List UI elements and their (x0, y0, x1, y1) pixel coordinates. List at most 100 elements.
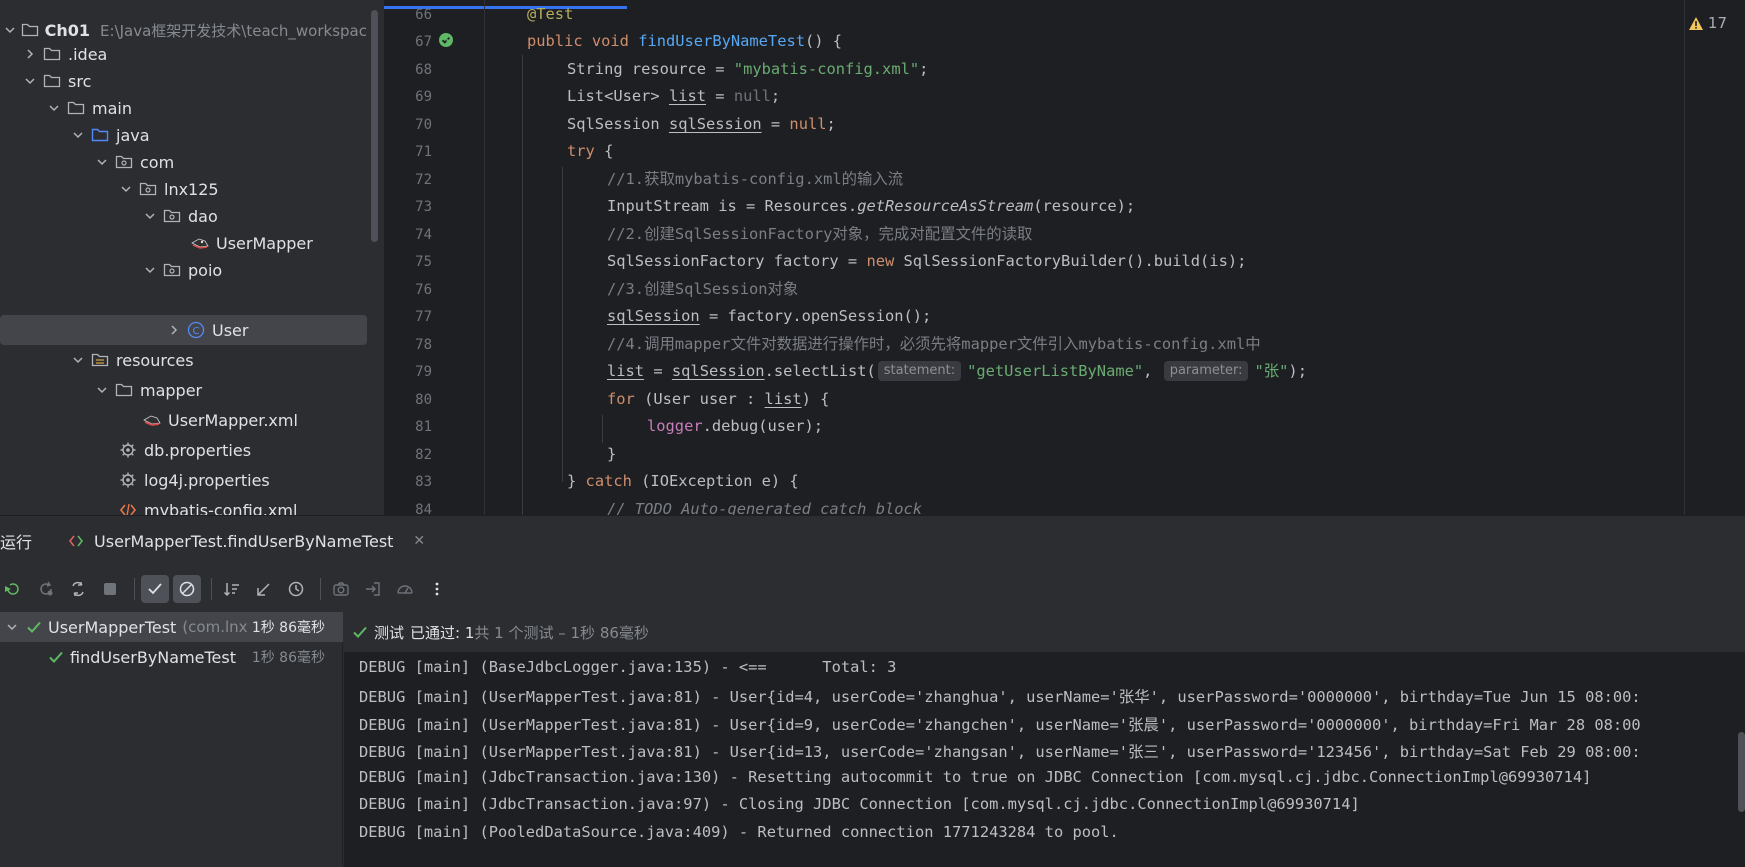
tree-item-db-properties[interactable]: db.properties (0, 435, 367, 465)
test-package: (com.lnx (182, 618, 248, 636)
import-results-button[interactable] (359, 575, 387, 603)
tree-item-idea[interactable]: .idea (0, 39, 367, 69)
tree-item-label: poio (188, 260, 223, 280)
tree-item-log4j-properties[interactable]: log4j.properties (0, 465, 367, 495)
chevron-right-icon[interactable] (22, 46, 38, 62)
chevron-down-icon[interactable] (142, 208, 158, 224)
tree-item-lnx125[interactable]: lnx125 (0, 174, 367, 204)
test-row-finduserbynametest[interactable]: findUserByNameTest 1秒 86毫秒 (0, 642, 343, 672)
tree-item-label: mapper (140, 380, 203, 400)
keyword: null (789, 115, 827, 133)
tree-item-mapper[interactable]: mapper (0, 375, 367, 405)
tree-scrollbar[interactable] (371, 10, 378, 242)
tree-item-poio[interactable]: poio (0, 255, 367, 285)
check-icon (26, 619, 42, 635)
coverage-button[interactable] (391, 575, 419, 603)
run-panel-title: 运行 (0, 533, 33, 552)
chevron-down-icon[interactable] (118, 181, 134, 197)
code-line-84: // TODO Auto-generated catch block (607, 496, 922, 515)
code-text: InputStream is = Resources. (607, 197, 858, 215)
rerun-failed-button[interactable] (32, 575, 60, 603)
chevron-down-icon[interactable] (2, 621, 22, 633)
test-row-usermappertest[interactable]: UserMapperTest (com.lnx 1秒 86毫秒 (0, 612, 343, 642)
code-area[interactable]: @Test public void findUserByNameTest() {… (384, 0, 1674, 515)
code-text: ); (1288, 362, 1307, 380)
code-text: List<User> (567, 87, 669, 105)
test-history-button[interactable] (282, 575, 310, 603)
code-text: ; (919, 60, 929, 78)
log-line: DEBUG [main] (UserMapperTest.java:81) - … (359, 716, 1641, 734)
code-text: .debug(user); (702, 417, 824, 435)
toolbar-separator (211, 578, 212, 600)
code-text: = (706, 87, 734, 105)
tree-item-mybatis-config[interactable]: mybatis-config.xml (0, 495, 367, 515)
code-text: String resource = (567, 60, 734, 78)
console-output[interactable]: 测试 已通过: 1 共 1 个测试 – 1秒 86毫秒 DEBUG [main]… (344, 612, 1745, 867)
tree-item-com[interactable]: com (0, 147, 367, 177)
tree-item-java[interactable]: java (0, 120, 367, 150)
log-line: DEBUG [main] (UserMapperTest.java:81) - … (359, 688, 1641, 706)
sort-alphabetically-button[interactable] (218, 575, 246, 603)
chevron-down-icon[interactable] (94, 382, 110, 398)
xml-icon (118, 501, 138, 515)
comment: //2.创建SqlSessionFactory对象，完成对配置文件的读取 (607, 225, 1033, 243)
code-text: () { (805, 32, 843, 50)
stop-button[interactable] (96, 575, 124, 603)
tree-item-usermapper[interactable]: UserMapper (0, 228, 367, 258)
code-line-74: //2.创建SqlSessionFactory对象，完成对配置文件的读取 (607, 221, 1032, 248)
console-scrollbar[interactable] (1738, 732, 1745, 812)
show-passed-toggle[interactable] (141, 575, 169, 603)
folder-icon (66, 99, 86, 117)
tree-item-usermapper-xml[interactable]: UserMapper.xml (0, 405, 367, 435)
chevron-down-icon[interactable] (4, 22, 17, 38)
chevron-down-icon[interactable] (46, 100, 62, 116)
tree-item-label: Ch01 (44, 20, 91, 40)
svg-text:C: C (193, 326, 200, 337)
tree-item-resources[interactable]: resources (0, 345, 367, 375)
code-text: ) { (801, 390, 830, 408)
tree-item-main[interactable]: main (0, 93, 367, 123)
close-icon[interactable]: ✕ (413, 533, 425, 549)
comment: //1.获取mybatis-config.xml的输入流 (607, 170, 904, 188)
log-line: DEBUG [main] (UserMapperTest.java:81) - … (359, 743, 1641, 761)
tree-item-dao[interactable]: dao (0, 201, 367, 231)
tree-item-src[interactable]: src (0, 66, 367, 96)
log-line: DEBUG [main] (JdbcTransaction.java:130) … (359, 768, 1592, 786)
tree-item-label: dao (188, 206, 218, 226)
check-icon (353, 626, 367, 638)
tree-item-user[interactable]: C User (0, 315, 367, 345)
tree-item-label: src (68, 71, 92, 91)
parameter-hint: statement: (877, 361, 962, 381)
code-line-71: try { (567, 138, 613, 165)
code-text: SqlSessionFactoryBuilder().build(is); (894, 252, 1247, 270)
variable: list (607, 362, 645, 380)
source-folder-icon (90, 126, 110, 144)
package-icon (162, 207, 182, 225)
tree-item-label: UserMapper.xml (168, 410, 298, 430)
toggle-auto-test-button[interactable] (64, 575, 92, 603)
parameter-hint: parameter: (1163, 361, 1249, 381)
code-editor[interactable]: 17 66 67 68 69 70 71 72 73 74 75 76 77 78 79 80 81 82 83 8… (384, 0, 1745, 515)
code-line-75: SqlSessionFactory factory = new SqlSessi… (607, 248, 1246, 275)
screenshot-button[interactable] (327, 575, 355, 603)
chevron-down-icon[interactable] (70, 352, 86, 368)
rerun-button[interactable] (0, 575, 28, 603)
variable: sqlSession (671, 362, 765, 380)
show-ignored-toggle[interactable] (173, 575, 201, 603)
code-line-77: sqlSession = factory.openSession(); (607, 303, 931, 330)
chevron-down-icon[interactable] (94, 154, 110, 170)
run-config-tab[interactable]: UserMapperTest.findUserByNameTest ✕ (68, 532, 425, 551)
more-options-icon[interactable] (423, 575, 451, 603)
tree-item-label: mybatis-config.xml (144, 500, 298, 516)
chevron-down-icon[interactable] (70, 127, 86, 143)
folder-icon (21, 21, 39, 39)
inspection-widget[interactable]: 17 (1688, 14, 1727, 32)
chevron-right-icon[interactable] (166, 322, 182, 338)
tree-item-label: lnx125 (164, 179, 219, 199)
collapse-all-button[interactable] (250, 575, 278, 603)
tree-item-label: .idea (68, 44, 108, 64)
chevron-down-icon[interactable] (22, 73, 38, 89)
string-literal: "张" (1254, 362, 1289, 380)
chevron-down-icon[interactable] (142, 262, 158, 278)
comment: //4.调用mapper文件对数据进行操作时，必须先将mapper文件引入myb… (607, 335, 1261, 353)
